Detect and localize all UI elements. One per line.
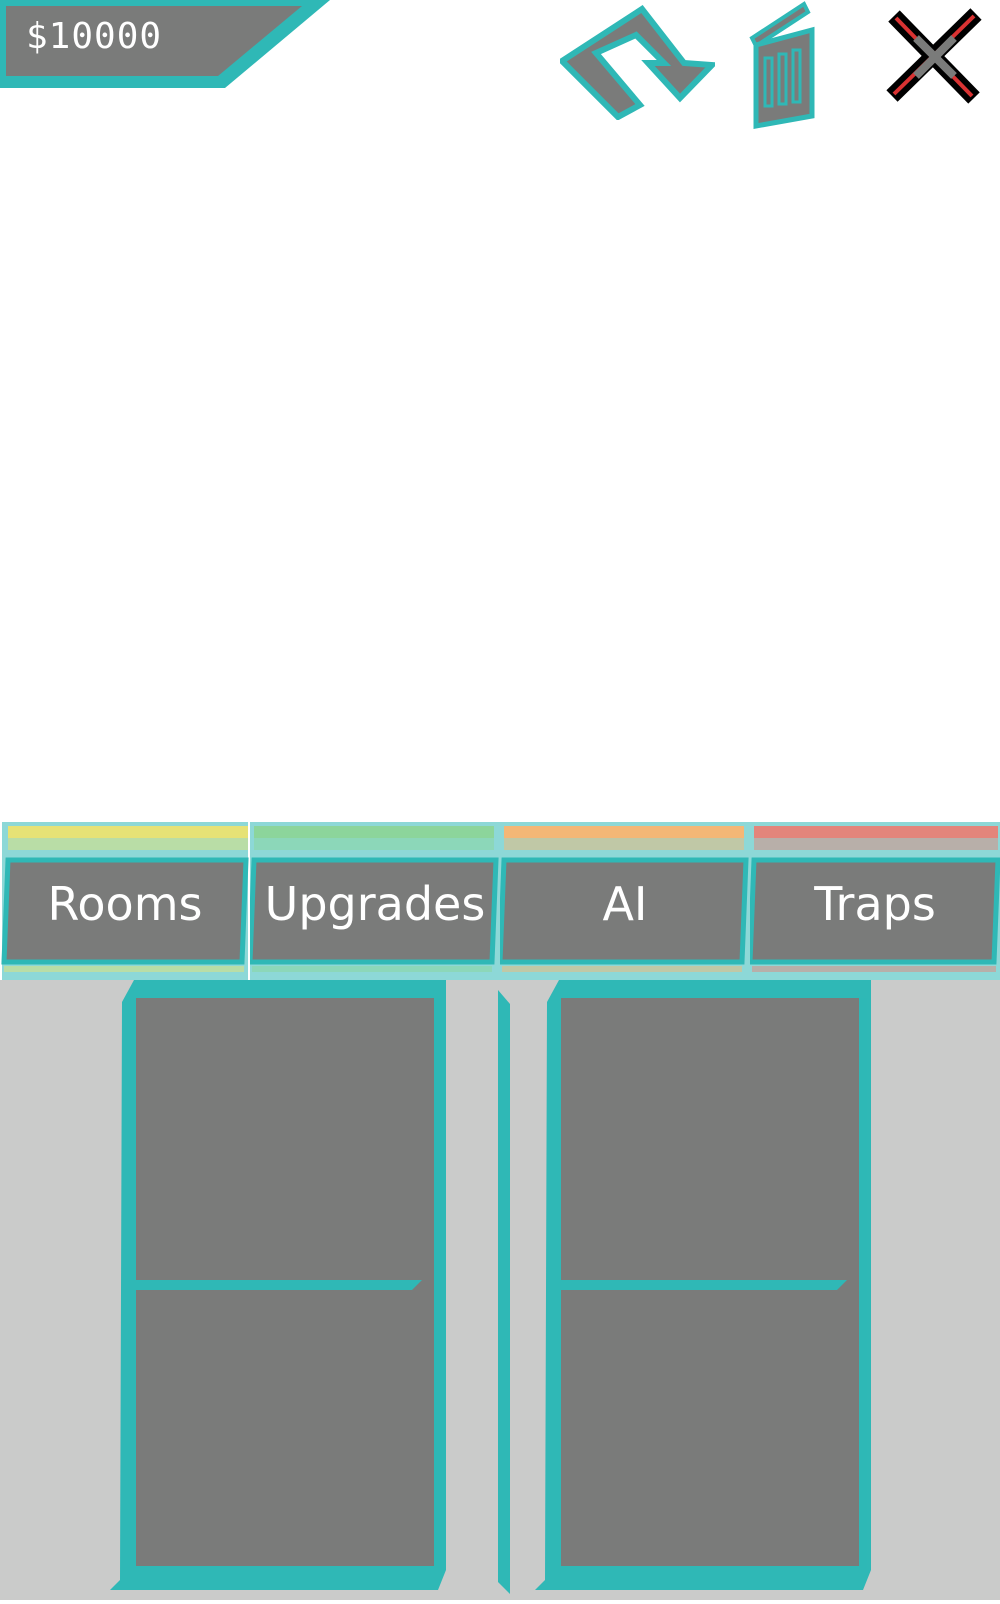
panel-divider-shape (498, 990, 510, 1594)
tab-traps-label: Traps (814, 877, 936, 931)
close-button[interactable] (884, 6, 986, 106)
item-card-frame (110, 980, 446, 1590)
panel-divider (496, 990, 512, 1594)
rotate-icon (557, 4, 719, 121)
item-card-frame (535, 980, 871, 1590)
rotate-button[interactable] (557, 4, 719, 121)
item-card[interactable] (110, 980, 450, 1600)
tab-ai[interactable]: AI (500, 822, 750, 982)
item-card[interactable] (535, 980, 875, 1600)
tab-ai-label: AI (602, 877, 648, 931)
money-amount: $10000 (26, 16, 163, 57)
tab-upgrades-label: Upgrades (264, 877, 486, 931)
trash-button[interactable] (748, 0, 818, 130)
tab-traps[interactable]: Traps (750, 822, 1000, 982)
trash-icon (749, 1, 815, 129)
close-icon (886, 8, 982, 104)
tab-rooms-label: Rooms (47, 877, 203, 931)
money-badge: $10000 (0, 0, 335, 90)
tab-upgrades[interactable]: Upgrades (250, 822, 500, 982)
tab-rooms[interactable]: Rooms (0, 822, 250, 982)
